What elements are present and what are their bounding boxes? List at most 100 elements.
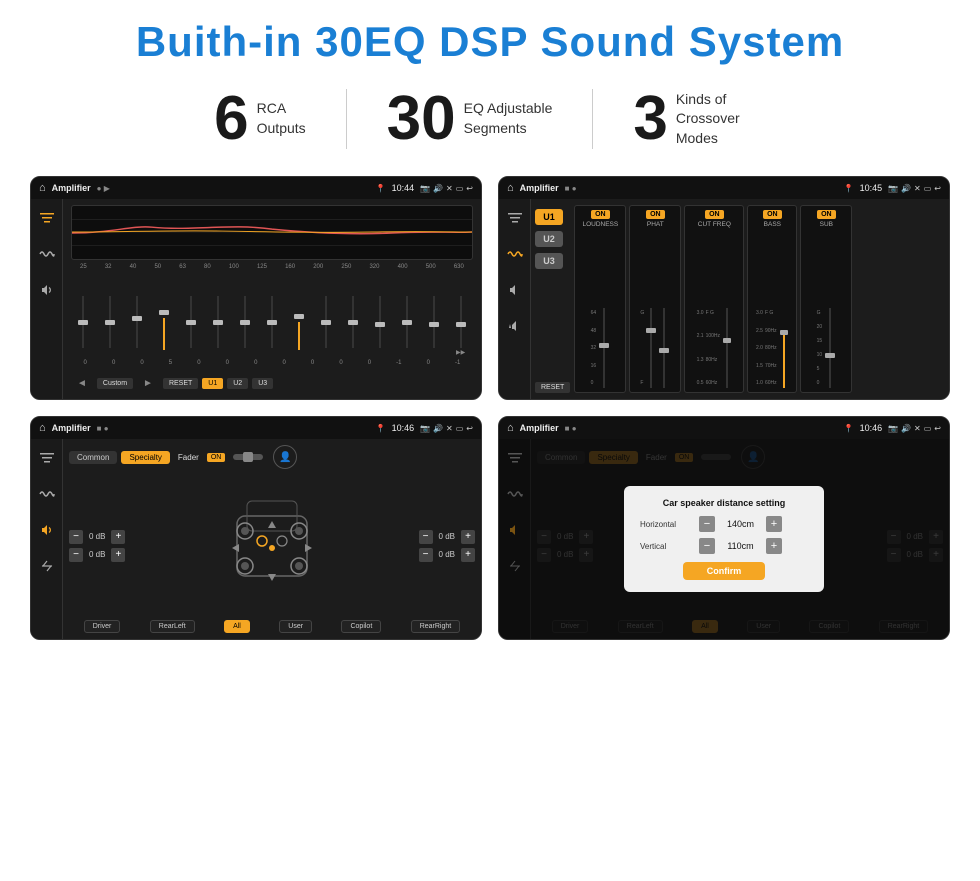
dialog-box: Car speaker distance setting Horizontal … bbox=[624, 486, 824, 592]
right-top-minus[interactable]: − bbox=[419, 530, 433, 544]
all-btn[interactable]: All bbox=[224, 620, 250, 633]
bass-panel: ON BASS 3.02.52.01.51.0 F G90Hz80Hz70Hz6… bbox=[747, 205, 797, 393]
crossover-screen: ⌂ Amplifier ■ ● 📍 10:45 📷🔊✕▭↩ bbox=[498, 176, 950, 400]
u3-button[interactable]: U3 bbox=[535, 253, 563, 269]
crossover-status-icons: 📷🔊✕▭↩ bbox=[888, 184, 941, 193]
dialog-screen: ⌂ Amplifier ■ ● 📍 10:46 📷🔊✕▭↩ bbox=[498, 416, 950, 640]
bass-label: BASS bbox=[764, 221, 781, 228]
fader-status-icons: 📷🔊✕▭↩ bbox=[420, 424, 473, 433]
rearleft-btn[interactable]: RearLeft bbox=[150, 620, 195, 633]
bass-on: ON bbox=[763, 210, 782, 219]
specialty-tab[interactable]: Specialty bbox=[121, 451, 169, 464]
sub-panel: ON SUB G20151050 bbox=[800, 205, 852, 393]
stats-row: 6 RCA Outputs 30 EQ Adjustable Segments … bbox=[30, 88, 950, 150]
u1-button[interactable]: U1 bbox=[535, 209, 563, 225]
horizontal-minus-button[interactable]: − bbox=[699, 516, 715, 532]
crossover-screen-body: U1 U2 U3 RESET ON LOUDNESS bbox=[499, 199, 949, 399]
fader-right-bottom: − 0 dB + bbox=[419, 548, 475, 562]
phat-label: PHAT bbox=[647, 221, 664, 228]
crossover-icon-filter[interactable] bbox=[504, 207, 526, 229]
eq-icon-speaker[interactable] bbox=[36, 279, 58, 301]
stat-eq-label: EQ Adjustable Segments bbox=[464, 99, 553, 138]
eq-reset-button[interactable]: RESET bbox=[163, 378, 198, 389]
crossover-reset-button[interactable]: RESET bbox=[535, 382, 570, 393]
left-bottom-minus[interactable]: − bbox=[69, 548, 83, 562]
fader-icon-arrows[interactable] bbox=[36, 555, 58, 577]
crossover-icon-vol[interactable] bbox=[504, 315, 526, 337]
stat-rca-number: 6 bbox=[214, 88, 248, 150]
driver-btn[interactable]: Driver bbox=[84, 620, 121, 633]
fader-icon-filter[interactable] bbox=[36, 447, 58, 469]
eq-play-button[interactable]: ► bbox=[137, 376, 159, 391]
copilot-btn[interactable]: Copilot bbox=[341, 620, 381, 633]
fader-left-top: − 0 dB + bbox=[69, 530, 125, 544]
crossover-content: U1 U2 U3 RESET ON LOUDNESS bbox=[531, 199, 949, 399]
fader-screen-body: Common Specialty Fader ON 👤 bbox=[31, 439, 481, 639]
page-wrapper: Buith-in 30EQ DSP Sound System 6 RCA Out… bbox=[0, 0, 980, 660]
right-bottom-plus[interactable]: + bbox=[461, 548, 475, 562]
eq-u3-button[interactable]: U3 bbox=[252, 378, 273, 389]
eq-prev-button[interactable]: ◄ bbox=[71, 376, 93, 391]
left-top-plus[interactable]: + bbox=[111, 530, 125, 544]
crossover-icon-speaker[interactable] bbox=[504, 279, 526, 301]
vertical-minus-button[interactable]: − bbox=[699, 538, 715, 554]
left-bottom-plus[interactable]: + bbox=[111, 548, 125, 562]
stat-eq-number: 30 bbox=[387, 88, 456, 150]
crossover-icon-wave[interactable] bbox=[504, 243, 526, 265]
dialog-time: 10:46 bbox=[860, 423, 883, 433]
confirm-button[interactable]: Confirm bbox=[683, 562, 766, 580]
fader-content: Common Specialty Fader ON 👤 bbox=[63, 439, 481, 639]
fader-time: 10:46 bbox=[392, 423, 415, 433]
fader-footer: Driver RearLeft All User Copilot RearRig… bbox=[69, 620, 475, 633]
left-top-minus[interactable]: − bbox=[69, 530, 83, 544]
common-tab[interactable]: Common bbox=[69, 451, 117, 464]
loudness-panel: ON LOUDNESS 644832160 bbox=[574, 205, 626, 393]
user-btn[interactable]: User bbox=[279, 620, 312, 633]
fader-status-bar: ⌂ Amplifier ■ ● 📍 10:46 📷🔊✕▭↩ bbox=[31, 417, 481, 439]
eq-side-icons bbox=[31, 199, 63, 399]
dialog-title: Car speaker distance setting bbox=[640, 498, 808, 508]
eq-u2-button[interactable]: U2 bbox=[227, 378, 248, 389]
u2-button[interactable]: U2 bbox=[535, 231, 563, 247]
eq-time: 10:44 bbox=[392, 183, 415, 193]
home-icon[interactable]: ⌂ bbox=[39, 182, 46, 194]
right-top-plus[interactable]: + bbox=[461, 530, 475, 544]
car-diagram bbox=[133, 475, 410, 616]
home-icon-2[interactable]: ⌂ bbox=[507, 182, 514, 194]
eq-icon-wave[interactable] bbox=[36, 243, 58, 265]
eq-screen-body: 253240506380100125160200250320400500630 bbox=[31, 199, 481, 399]
cutfreq-panel: ON CUT FREQ 3.02.11.30.5 F G100Hz80Hz60H… bbox=[684, 205, 744, 393]
vertical-plus-button[interactable]: + bbox=[766, 538, 782, 554]
vertical-value: 110cm bbox=[723, 541, 758, 551]
fader-settings-icon[interactable]: 👤 bbox=[273, 445, 297, 469]
fader-tabs: Common Specialty Fader ON 👤 bbox=[69, 445, 475, 469]
crossover-panels: ON LOUDNESS 644832160 bbox=[574, 205, 945, 393]
dialog-confirm-area: Confirm bbox=[640, 562, 808, 580]
fader-icon-speaker[interactable] bbox=[36, 519, 58, 541]
eq-status-icons: 📷🔊✕▭↩ bbox=[420, 184, 473, 193]
eq-icon-filter[interactable] bbox=[36, 207, 58, 229]
dialog-app-name: Amplifier bbox=[520, 423, 559, 433]
sub-on: ON bbox=[817, 210, 836, 219]
fader-right-controls: − 0 dB + − 0 dB + bbox=[419, 475, 475, 616]
right-bottom-minus[interactable]: − bbox=[419, 548, 433, 562]
home-icon-3[interactable]: ⌂ bbox=[39, 422, 46, 434]
dialog-vertical-row: Vertical − 110cm + bbox=[640, 538, 808, 554]
dialog-status-icons: 📷🔊✕▭↩ bbox=[888, 424, 941, 433]
eq-controls: ◄ Custom ► RESET U1 U2 U3 bbox=[71, 373, 473, 393]
phat-on: ON bbox=[646, 210, 665, 219]
horizontal-plus-button[interactable]: + bbox=[766, 516, 782, 532]
stat-crossover-number: 3 bbox=[633, 88, 667, 150]
dialog-horizontal-row: Horizontal − 140cm + bbox=[640, 516, 808, 532]
rearright-btn[interactable]: RearRight bbox=[411, 620, 461, 633]
eq-preset-button[interactable]: Custom bbox=[97, 378, 133, 389]
loudness-label: LOUDNESS bbox=[582, 221, 618, 228]
fader-icon-wave[interactable] bbox=[36, 483, 58, 505]
fader-on-badge: ON bbox=[207, 453, 226, 462]
stat-rca-label: RCA Outputs bbox=[257, 99, 306, 138]
dialog-overlay: Car speaker distance setting Horizontal … bbox=[499, 439, 949, 639]
fader-label: Fader bbox=[178, 453, 199, 462]
phat-panel: ON PHAT GF bbox=[629, 205, 681, 393]
home-icon-4[interactable]: ⌂ bbox=[507, 422, 514, 434]
eq-u1-button[interactable]: U1 bbox=[202, 378, 223, 389]
